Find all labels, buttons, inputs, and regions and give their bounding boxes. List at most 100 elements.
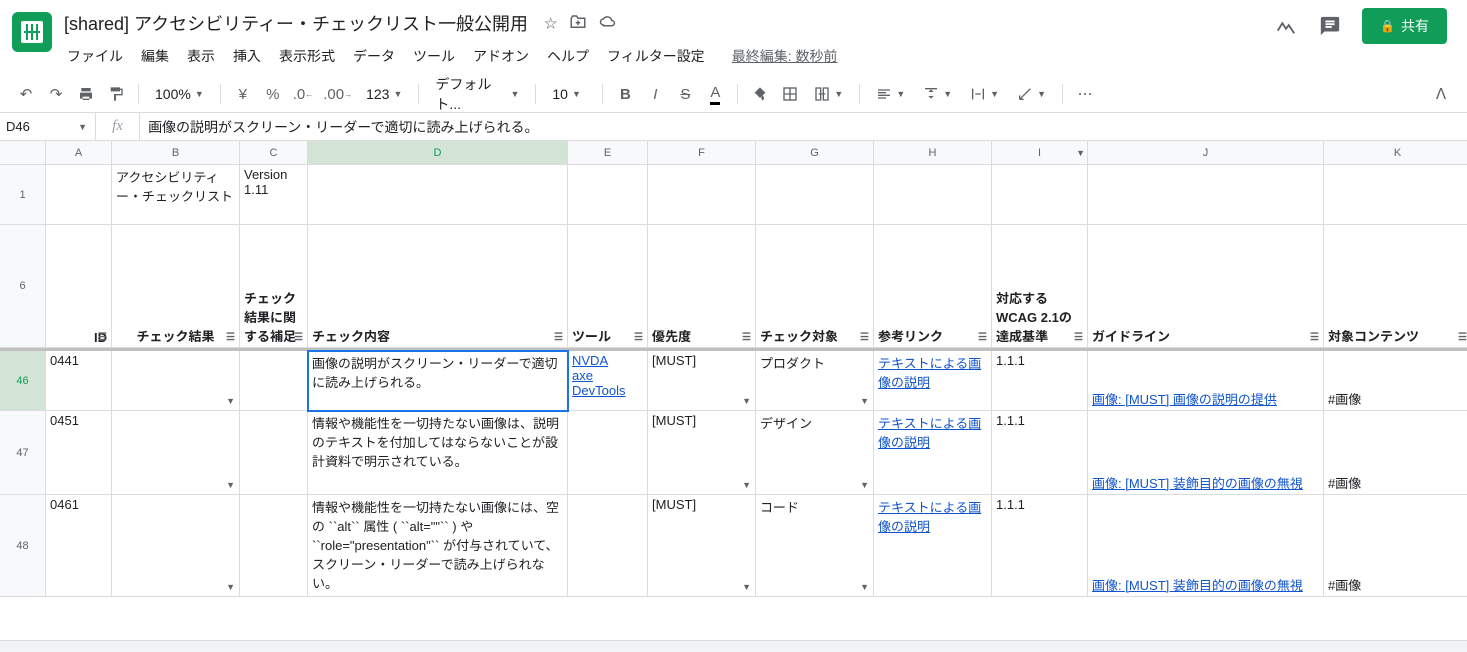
spreadsheet-grid[interactable]: A B C D E F G H I▼ J K 1 アクセシビリティー・チェックリ… [0, 141, 1467, 617]
cell[interactable] [568, 495, 648, 597]
tool-link[interactable]: axe DevTools [572, 368, 643, 398]
cell[interactable]: デザイン▼ [756, 411, 874, 495]
fill-color-button[interactable] [746, 80, 774, 108]
last-edit-link[interactable]: 最終編集: 数秒前 [732, 46, 838, 66]
cell[interactable]: ▼ [112, 495, 240, 597]
cell[interactable]: 画像: [MUST] 画像の説明の提供 [1088, 351, 1324, 411]
menu-data[interactable]: データ [346, 42, 402, 70]
cell[interactable]: プロダクト▼ [756, 351, 874, 411]
cell[interactable]: [MUST]▼ [648, 411, 756, 495]
cell[interactable]: 画像の説明がスクリーン・リーダーで適切に読み上げられる。 [308, 351, 568, 411]
name-box[interactable]: D46▼ [0, 113, 96, 140]
row-header[interactable]: 1 [0, 165, 46, 225]
dropdown-arrow-icon[interactable]: ▼ [742, 396, 751, 406]
select-all-corner[interactable] [0, 141, 46, 165]
guideline-link[interactable]: 画像: [MUST] 画像の説明の提供 [1092, 389, 1319, 408]
collapse-toolbar-button[interactable]: ᐱ [1427, 80, 1455, 108]
filter-icon[interactable]: ☰ [98, 332, 107, 343]
font-size-dropdown[interactable]: 10▼ [544, 80, 594, 108]
cell[interactable] [568, 411, 648, 495]
cell[interactable]: #画像 [1324, 411, 1467, 495]
reference-link[interactable]: テキストによる画像の説明 [878, 497, 987, 535]
filter-icon[interactable]: ☰ [294, 332, 303, 343]
filter-icon[interactable]: ☰ [1310, 332, 1319, 343]
more-formats-dropdown[interactable]: 123▼ [358, 80, 410, 108]
cell[interactable]: Version 1.11 [240, 165, 308, 225]
cell[interactable] [756, 165, 874, 225]
filter-icon[interactable]: ☰ [860, 332, 869, 343]
menu-filter-settings[interactable]: フィルター設定 [600, 42, 712, 70]
cell[interactable]: #画像 [1324, 351, 1467, 411]
filter-icon[interactable]: ☰ [1074, 332, 1083, 343]
reference-link[interactable]: テキストによる画像の説明 [878, 353, 987, 391]
cell[interactable]: テキストによる画像の説明 [874, 351, 992, 411]
cell[interactable]: 画像: [MUST] 装飾目的の画像の無視 [1088, 411, 1324, 495]
row-header[interactable]: 46 [0, 351, 46, 411]
filter-icon[interactable]: ☰ [226, 332, 235, 343]
menu-format[interactable]: 表示形式 [272, 42, 342, 70]
borders-button[interactable] [776, 80, 804, 108]
cell[interactable]: 1.1.1 [992, 351, 1088, 411]
menu-edit[interactable]: 編集 [134, 42, 176, 70]
decrease-decimal-button[interactable]: .0← [289, 80, 318, 108]
cell[interactable]: 情報や機能性を一切持たない画像には、空の ``alt`` 属性 ( ``alt=… [308, 495, 568, 597]
col-header-E[interactable]: E [568, 141, 648, 165]
menu-tools[interactable]: ツール [406, 42, 462, 70]
col-header-D[interactable]: D [308, 141, 568, 165]
header-cell[interactable]: チェック結果に関する補足☰ [240, 225, 308, 348]
move-icon[interactable] [569, 13, 587, 34]
header-cell[interactable]: 対応するWCAG 2.1の達成基準☰ [992, 225, 1088, 348]
cell[interactable] [992, 165, 1088, 225]
text-color-button[interactable]: A [701, 80, 729, 108]
wrap-dropdown[interactable]: ▼ [962, 80, 1007, 108]
header-cell[interactable]: チェック結果☰ [112, 225, 240, 348]
cell[interactable]: コード▼ [756, 495, 874, 597]
cell[interactable] [46, 165, 112, 225]
dropdown-arrow-icon[interactable]: ▼ [860, 396, 869, 406]
paint-format-button[interactable] [102, 80, 130, 108]
header-cell[interactable]: チェック内容☰ [308, 225, 568, 348]
row-header[interactable]: 6 [0, 225, 46, 348]
cell[interactable] [240, 495, 308, 597]
document-title[interactable]: [shared] アクセシビリティー・チェックリスト一般公開用 [60, 8, 532, 38]
cell[interactable]: 1.1.1 [992, 411, 1088, 495]
col-header-K[interactable]: K [1324, 141, 1467, 165]
cell[interactable]: 0451 [46, 411, 112, 495]
dropdown-arrow-icon[interactable]: ▼ [860, 582, 869, 592]
sheets-logo[interactable] [12, 12, 52, 52]
dropdown-arrow-icon[interactable]: ▼ [226, 480, 235, 490]
menu-file[interactable]: ファイル [60, 42, 130, 70]
italic-button[interactable]: I [641, 80, 669, 108]
filter-icon[interactable]: ☰ [634, 332, 643, 343]
cloud-status-icon[interactable] [599, 13, 617, 34]
increase-decimal-button[interactable]: .00→ [319, 80, 356, 108]
header-cell[interactable]: 参考リンク☰ [874, 225, 992, 348]
cell[interactable]: 画像: [MUST] 装飾目的の画像の無視 [1088, 495, 1324, 597]
guideline-link[interactable]: 画像: [MUST] 装飾目的の画像の無視 [1092, 473, 1319, 492]
activity-icon[interactable] [1274, 14, 1298, 38]
cell[interactable]: ▼ [112, 411, 240, 495]
header-cell[interactable]: 対象コンテンツ☰ [1324, 225, 1467, 348]
star-icon[interactable]: ☆ [544, 13, 557, 34]
header-cell[interactable]: ガイドライン☰ [1088, 225, 1324, 348]
col-header-B[interactable]: B [112, 141, 240, 165]
horizontal-scrollbar[interactable] [0, 640, 1467, 652]
col-header-G[interactable]: G [756, 141, 874, 165]
redo-button[interactable]: ↷ [42, 80, 70, 108]
menu-view[interactable]: 表示 [180, 42, 222, 70]
dropdown-arrow-icon[interactable]: ▼ [226, 582, 235, 592]
cell[interactable]: 情報や機能性を一切持たない画像は、説明のテキストを付加してはならないことが設計資… [308, 411, 568, 495]
col-header-I[interactable]: I▼ [992, 141, 1088, 165]
filter-icon[interactable]: ☰ [742, 332, 751, 343]
header-cell[interactable]: 優先度☰ [648, 225, 756, 348]
h-align-dropdown[interactable]: ▼ [868, 80, 913, 108]
filter-icon[interactable]: ☰ [1458, 332, 1467, 343]
cell[interactable] [1088, 165, 1324, 225]
dropdown-arrow-icon[interactable]: ▼ [226, 396, 235, 406]
cell[interactable]: #画像 [1324, 495, 1467, 597]
cell[interactable] [874, 165, 992, 225]
header-cell[interactable]: チェック対象☰ [756, 225, 874, 348]
merge-cells-dropdown[interactable]: ▼ [806, 80, 851, 108]
formula-input[interactable]: 画像の説明がスクリーン・リーダーで適切に読み上げられる。 [140, 117, 1467, 137]
col-header-H[interactable]: H [874, 141, 992, 165]
